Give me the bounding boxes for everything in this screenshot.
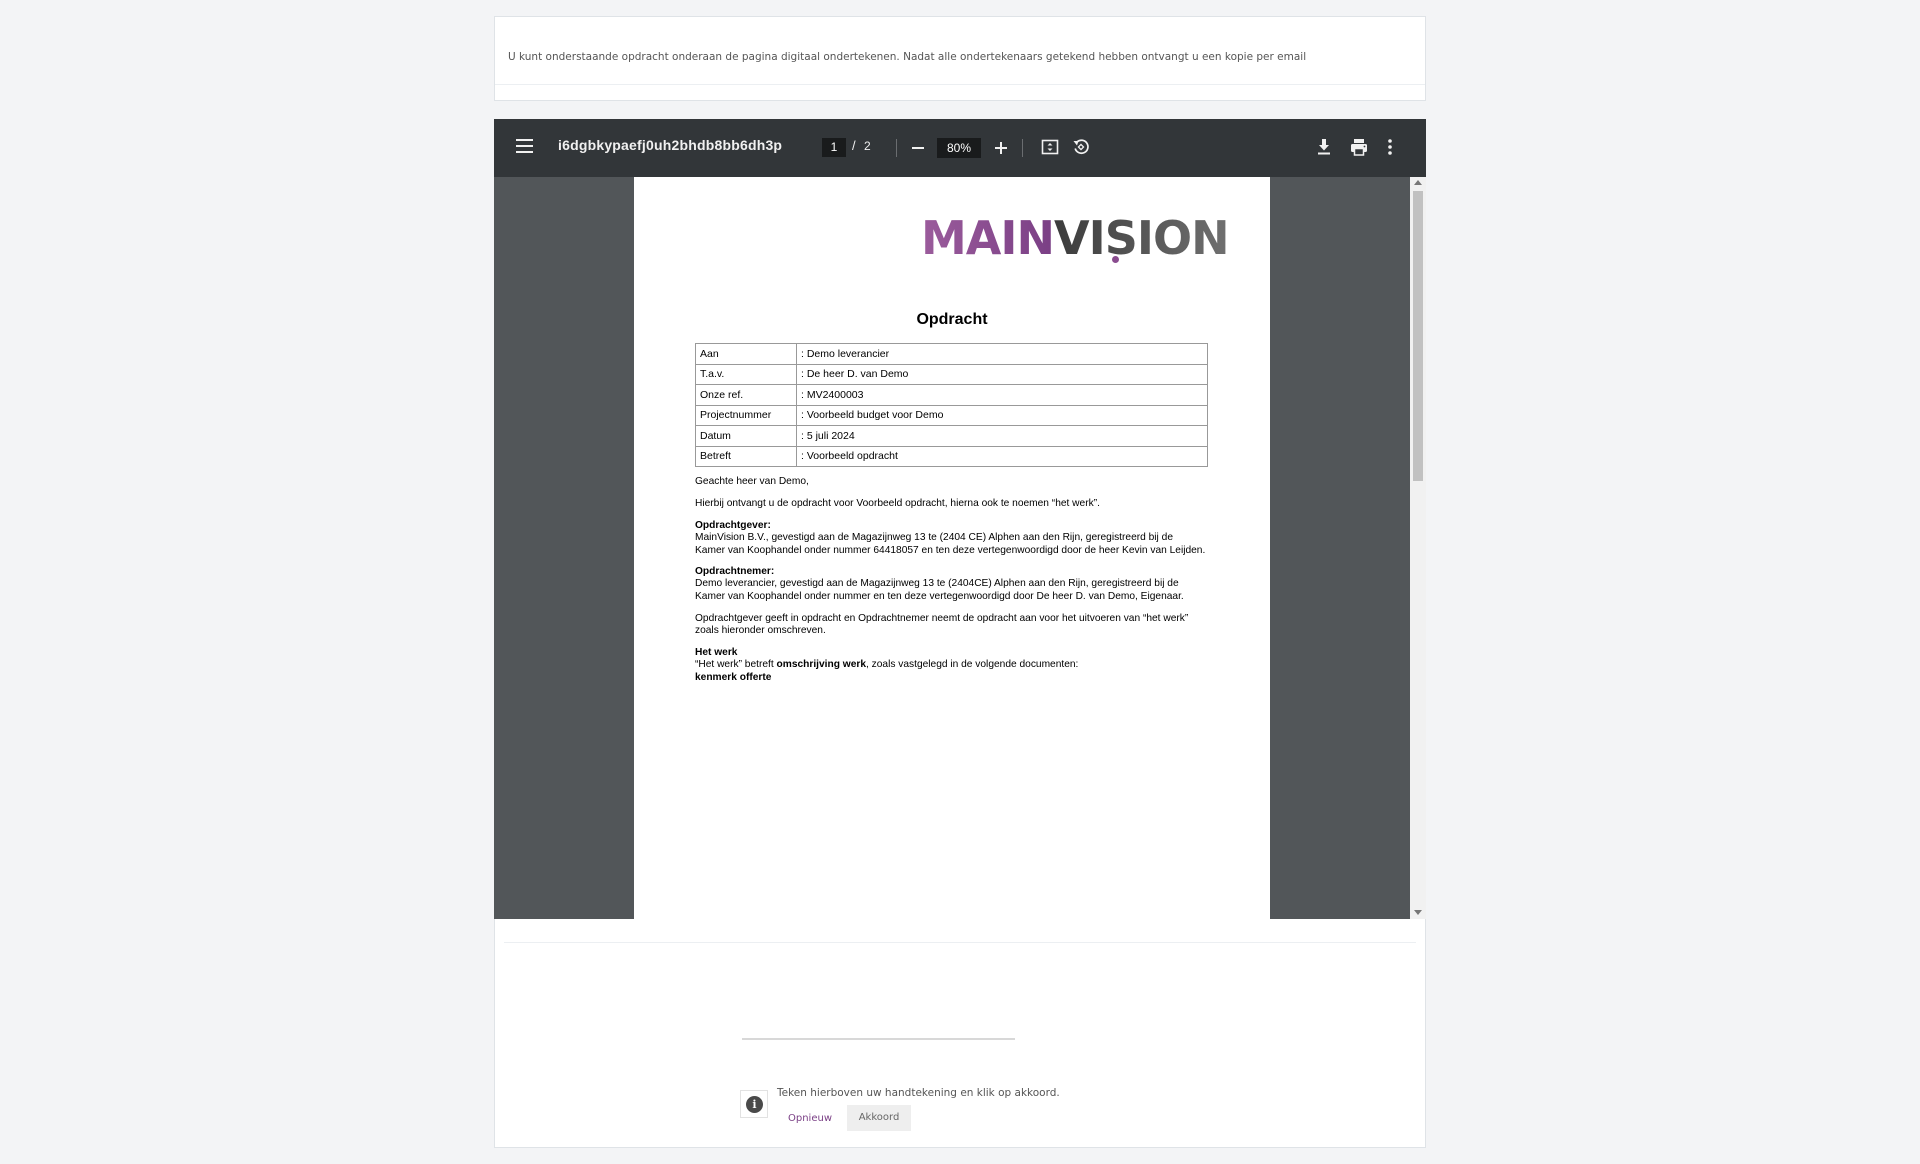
- notice-text: U kunt onderstaande opdracht onderaan de…: [508, 51, 1307, 63]
- more-options-icon[interactable]: [1386, 136, 1394, 158]
- fit-page-icon[interactable]: [1040, 137, 1060, 157]
- signature-hint: Teken hierboven uw handtekening en klik …: [777, 1087, 1060, 1099]
- work-description: “Het werk” betreft omschrijving werk, zo…: [695, 659, 1079, 671]
- table-row: Aan: Demo leverancier: [695, 343, 1208, 365]
- zoom-level-input[interactable]: 80%: [937, 138, 981, 158]
- contractor-heading: Opdrachtnemer:: [695, 566, 775, 577]
- client-line: MainVision B.V., gevestigd aan de Magazi…: [695, 532, 1173, 544]
- pdf-toolbar: i6dgbkypaefj0uh2bhdb8bb6dh3p 1 / 2 80%: [494, 119, 1426, 177]
- menu-icon[interactable]: [516, 139, 533, 153]
- client-heading: Opdrachtgever:: [695, 520, 771, 531]
- assignment-paragraph: Opdrachtgever geeft in opdracht en Opdra…: [695, 613, 1215, 638]
- details-table: Aan: Demo leverancier T.a.v.: De heer D.…: [695, 343, 1208, 467]
- work-reference: kenmerk offerte: [695, 671, 772, 683]
- contractor-line: Demo leverancier, gevestigd aan de Magaz…: [695, 578, 1179, 590]
- pdf-viewer[interactable]: i6dgbkypaefj0uh2bhdb8bb6dh3p 1 / 2 80% M…: [494, 119, 1426, 919]
- client-section: Opdrachtgever: MainVision B.V., gevestig…: [695, 520, 1215, 557]
- table-row: T.a.v.: De heer D. van Demo: [695, 363, 1208, 385]
- document-title: i6dgbkypaefj0uh2bhdb8bb6dh3p: [558, 137, 783, 153]
- print-icon[interactable]: [1348, 136, 1370, 158]
- signature-panel: i Teken hierboven uw handtekening en kli…: [494, 919, 1426, 1148]
- zoom-in-icon[interactable]: [991, 138, 1011, 158]
- contractor-line: Kamer van Koophandel onder nummer en ten…: [695, 590, 1184, 602]
- info-icon: i: [740, 1090, 768, 1118]
- download-icon[interactable]: [1314, 136, 1334, 158]
- scroll-up-arrow-icon[interactable]: [1414, 180, 1422, 185]
- table-row: Projectnummer: Voorbeeld budget voor Dem…: [695, 404, 1208, 426]
- toolbar-divider: [1022, 139, 1023, 157]
- mainvision-logo: MAINVISION: [921, 211, 1230, 265]
- page-separator: /: [852, 138, 856, 153]
- page-total: 2: [864, 139, 871, 153]
- toolbar-divider: [896, 139, 897, 157]
- signature-pad-line[interactable]: [742, 1038, 1015, 1040]
- assignment-line: Opdrachtgever geeft in opdracht en Opdra…: [695, 613, 1189, 624]
- client-line: Kamer van Koophandel onder nummer 644180…: [695, 544, 1206, 556]
- work-heading: Het werk: [695, 647, 738, 658]
- assignment-line: zoals hieronder omschreven.: [695, 625, 826, 637]
- notice-divider: [495, 84, 1425, 85]
- notice-panel: U kunt onderstaande opdracht onderaan de…: [494, 16, 1426, 101]
- work-section: Het werk “Het werk” betreft omschrijving…: [695, 647, 1215, 684]
- viewer-scrollbar[interactable]: [1410, 177, 1426, 919]
- zoom-out-icon[interactable]: [908, 138, 928, 158]
- document-heading: Opdracht: [916, 311, 988, 328]
- reset-button[interactable]: Opnieuw: [788, 1113, 832, 1124]
- page-number-input[interactable]: 1: [822, 138, 846, 157]
- salutation: Geachte heer van Demo,: [695, 476, 809, 487]
- pdf-page: MAINVISION Opdracht Aan: Demo leverancie…: [634, 177, 1270, 919]
- logo-dot: [1112, 256, 1119, 263]
- table-row: Onze ref.: MV2400003: [695, 384, 1208, 406]
- scroll-down-arrow-icon[interactable]: [1414, 910, 1422, 915]
- rotate-icon[interactable]: [1071, 137, 1091, 157]
- accept-button[interactable]: Akkoord: [847, 1105, 911, 1131]
- scroll-thumb[interactable]: [1413, 191, 1423, 481]
- table-row: Datum: 5 juli 2024: [695, 425, 1208, 447]
- intro-paragraph: Hierbij ontvangt u de opdracht voor Voor…: [695, 498, 1100, 509]
- contractor-section: Opdrachtnemer: Demo leverancier, gevesti…: [695, 566, 1215, 603]
- signature-divider: [504, 942, 1416, 943]
- table-row: Betreft: Voorbeeld opdracht: [695, 445, 1208, 467]
